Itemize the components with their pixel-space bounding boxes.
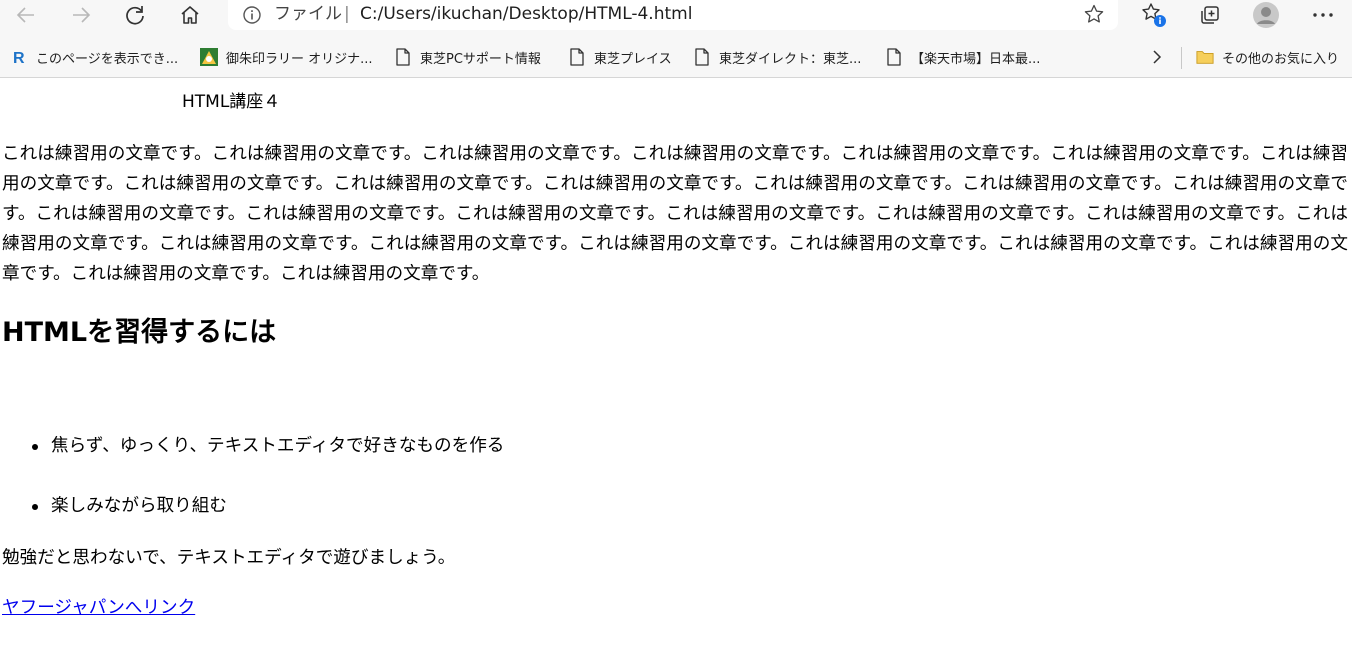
bookmark-item[interactable]: R このページを表示でき... bbox=[10, 46, 178, 68]
collections-icon[interactable] bbox=[1192, 0, 1228, 30]
list-item: 焦らず、ゆっくり、テキストエディタで好きなものを作る bbox=[0, 431, 700, 461]
more-options-icon[interactable] bbox=[1305, 0, 1341, 30]
bookmark-label: 東芝PCサポート情報 bbox=[420, 51, 541, 67]
forward-arrow-icon[interactable] bbox=[63, 0, 99, 30]
r-logo-icon: R bbox=[10, 48, 28, 66]
closing-sentence: 勉強だと思わないで、テキストエディタで遊びましょう。 bbox=[2, 548, 456, 568]
bullet-icon bbox=[32, 504, 38, 510]
profile-avatar-icon[interactable] bbox=[1248, 0, 1284, 30]
site-favicon-icon bbox=[200, 48, 218, 66]
list-item-text: 焦らず、ゆっくり、テキストエディタで好きなものを作る bbox=[51, 436, 505, 456]
refresh-icon[interactable] bbox=[117, 0, 153, 30]
address-bar[interactable]: ファイル | C:/Users/ikuchan/Desktop/HTML-4.h… bbox=[228, 0, 1118, 30]
svg-text:R: R bbox=[13, 50, 25, 65]
bookmarks-divider bbox=[1181, 47, 1182, 69]
bookmark-item[interactable]: 御朱印ラリー オリジナ... bbox=[200, 46, 373, 68]
page-icon bbox=[693, 48, 711, 66]
list-item: 楽しみながら取り組む bbox=[0, 491, 700, 521]
page-content: HTML講座４ これは練習用の文章です。これは練習用の文章です。これは練習用の文… bbox=[0, 79, 1352, 647]
bookmark-label: 東芝プレイス bbox=[594, 51, 672, 67]
other-favorites-label: その他のお気に入り bbox=[1222, 51, 1340, 67]
home-icon[interactable] bbox=[172, 0, 208, 30]
bookmark-label: このページを表示でき... bbox=[36, 51, 179, 67]
address-separator: | bbox=[344, 4, 350, 24]
page-caption: HTML講座４ bbox=[182, 92, 281, 112]
page-icon bbox=[394, 48, 412, 66]
info-icon[interactable] bbox=[242, 5, 262, 29]
bookmark-label: 東芝ダイレクト：東芝... bbox=[719, 51, 862, 67]
list-item-text: 楽しみながら取り組む bbox=[51, 496, 227, 516]
bookmark-label: 【楽天市場】日本最... bbox=[911, 51, 1041, 67]
bookmarks-bar: R このページを表示でき... 御朱印ラリー オリジナ... 東芝PCサポート情… bbox=[0, 37, 1352, 78]
page-icon bbox=[568, 48, 586, 66]
bookmark-label: 御朱印ラリー オリジナ... bbox=[226, 51, 373, 67]
bookmark-item[interactable]: 東芝ダイレクト：東芝... bbox=[693, 46, 861, 68]
address-url[interactable]: C:/Users/ikuchan/Desktop/HTML-4.html bbox=[360, 3, 692, 25]
address-scheme: ファイル bbox=[274, 4, 342, 24]
browser-toolbar: ファイル | C:/Users/ikuchan/Desktop/HTML-4.h… bbox=[0, 0, 1352, 37]
bookmark-item[interactable]: 【楽天市場】日本最... bbox=[885, 46, 1040, 68]
section-heading: HTMLを習得するには bbox=[2, 317, 277, 348]
star-outline-icon[interactable] bbox=[1083, 3, 1105, 29]
favorites-icon[interactable] bbox=[1136, 0, 1172, 30]
practice-paragraph: これは練習用の文章です。これは練習用の文章です。これは練習用の文章です。これは練… bbox=[2, 144, 1348, 284]
bullet-icon bbox=[32, 444, 38, 450]
folder-icon bbox=[1196, 48, 1214, 66]
bookmark-item[interactable]: 東芝PCサポート情報 bbox=[394, 46, 541, 68]
other-favorites-button[interactable]: その他のお気に入り bbox=[1196, 46, 1339, 68]
chevron-right-icon[interactable] bbox=[1152, 46, 1162, 68]
page-icon bbox=[885, 48, 903, 66]
back-arrow-icon[interactable] bbox=[8, 0, 44, 30]
bookmark-item[interactable]: 東芝プレイス bbox=[568, 46, 672, 68]
yahoo-japan-link[interactable]: ヤフージャパンへリンク bbox=[2, 593, 195, 623]
